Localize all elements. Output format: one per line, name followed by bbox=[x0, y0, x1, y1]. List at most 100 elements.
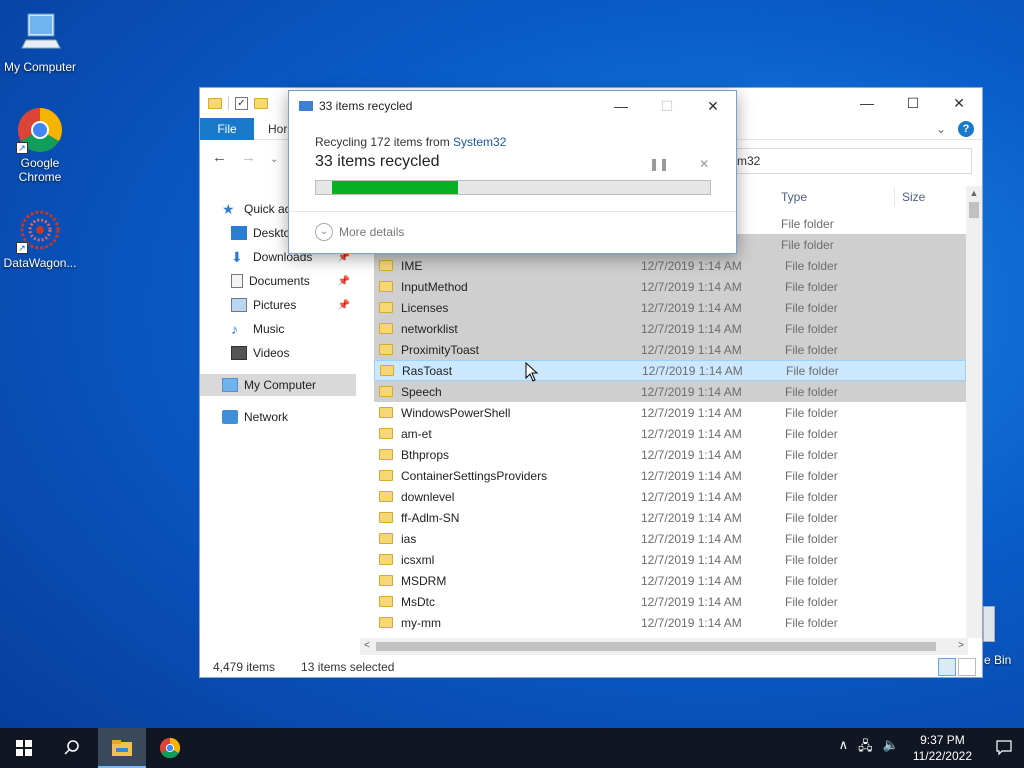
cancel-icon[interactable]: ✕ bbox=[699, 157, 709, 171]
shortcut-arrow-icon: ↗ bbox=[16, 242, 28, 254]
clock[interactable]: 9:37 PM 11/22/2022 bbox=[913, 732, 972, 764]
scroll-left-icon[interactable]: < bbox=[364, 640, 370, 651]
back-button[interactable]: ← bbox=[212, 149, 227, 171]
nav-my-computer[interactable]: My Computer bbox=[200, 374, 356, 396]
details-view-button[interactable] bbox=[938, 658, 956, 676]
table-row[interactable]: Licenses 12/7/2019 1:14 AM File folder bbox=[374, 297, 966, 318]
forward-button[interactable]: → bbox=[241, 149, 256, 171]
table-row[interactable]: WindowsPowerShell 12/7/2019 1:14 AM File f… bbox=[374, 402, 966, 423]
folder-icon bbox=[379, 323, 393, 334]
minimize-button[interactable]: — bbox=[844, 88, 890, 118]
network-icon[interactable]: 🖧 bbox=[858, 737, 873, 759]
scroll-right-icon[interactable]: > bbox=[958, 640, 964, 651]
expand-ribbon-icon[interactable]: ⌄ bbox=[936, 122, 946, 136]
chrome-icon: ↗ bbox=[16, 106, 64, 154]
search-button[interactable] bbox=[48, 728, 96, 768]
table-row[interactable]: Bthprops 12/7/2019 1:14 AM File folder bbox=[374, 444, 966, 465]
maximize-button[interactable]: ☐ bbox=[890, 88, 936, 118]
source-folder-link[interactable]: System32 bbox=[453, 135, 506, 149]
horizontal-scrollbar[interactable]: < > bbox=[360, 638, 968, 655]
star-icon: ★ bbox=[222, 201, 235, 217]
table-row[interactable]: ias 12/7/2019 1:14 AM File folder bbox=[374, 528, 966, 549]
desktop-icon-google-chrome[interactable]: ↗ Google Chrome bbox=[0, 106, 80, 184]
vertical-scrollbar[interactable]: ▲ bbox=[966, 186, 982, 638]
folder-icon bbox=[208, 97, 222, 109]
scrollbar-thumb[interactable] bbox=[376, 642, 936, 651]
recycle-bin-icon[interactable] bbox=[983, 606, 995, 642]
file-date: 12/7/2019 1:14 AM bbox=[641, 510, 742, 525]
file-name: am-et bbox=[401, 426, 432, 441]
table-row[interactable]: InputMethod 12/7/2019 1:14 AM File folder bbox=[374, 276, 966, 297]
table-row[interactable]: ProximityToast 12/7/2019 1:14 AM File fold… bbox=[374, 339, 966, 360]
desktop-icon-label: DataWagon... bbox=[3, 256, 77, 270]
nav-pictures[interactable]: Pictures 📌 bbox=[200, 294, 356, 316]
file-date: 12/7/2019 1:14 AM bbox=[641, 468, 742, 483]
quick-access-toolbar: ✓ bbox=[200, 96, 268, 110]
scroll-up-icon[interactable]: ▲ bbox=[966, 186, 982, 200]
desktop-icon-datawagon[interactable]: ↗ DataWagon... bbox=[0, 206, 80, 270]
more-details-toggle[interactable]: ⌄ More details bbox=[315, 223, 404, 241]
table-row[interactable]: Speech 12/7/2019 1:14 AM File folder bbox=[374, 381, 966, 402]
file-type: File folder bbox=[785, 342, 838, 357]
table-row[interactable]: IME 12/7/2019 1:14 AM File folder bbox=[374, 255, 966, 276]
column-header-size[interactable]: Size bbox=[902, 186, 925, 208]
notification-center-button[interactable] bbox=[984, 728, 1024, 768]
address-input[interactable]: m32 bbox=[730, 148, 972, 174]
close-button[interactable]: ✕ bbox=[936, 88, 982, 118]
progress-fill bbox=[332, 181, 458, 194]
chrome-icon bbox=[159, 737, 181, 759]
file-type: File folder bbox=[785, 405, 838, 420]
file-name: ias bbox=[401, 531, 417, 546]
file-name: downlevel bbox=[401, 489, 455, 504]
properties-icon[interactable]: ✓ bbox=[235, 96, 248, 110]
chevron-down-icon: ⌄ bbox=[315, 223, 333, 241]
table-row[interactable]: MSDRM 12/7/2019 1:14 AM File folder bbox=[374, 570, 966, 591]
dialog-titlebar[interactable]: 33 items recycled — ☐ ✕ bbox=[289, 91, 736, 121]
column-header-type[interactable]: Type bbox=[781, 186, 807, 208]
table-row[interactable]: am-et 12/7/2019 1:14 AM File folder bbox=[374, 423, 966, 444]
start-button[interactable] bbox=[0, 728, 48, 768]
recycling-description: Recycling 172 items from System32 bbox=[315, 135, 507, 149]
volume-icon[interactable]: 🔈 bbox=[883, 737, 899, 759]
table-row[interactable]: ff-Adlm-SN 12/7/2019 1:14 AM File folder bbox=[374, 507, 966, 528]
nav-videos[interactable]: Videos bbox=[200, 342, 356, 364]
file-type: File folder bbox=[785, 510, 838, 525]
large-icons-view-button[interactable] bbox=[958, 658, 976, 676]
nav-documents[interactable]: Documents 📌 bbox=[200, 270, 356, 292]
table-row[interactable]: icsxml 12/7/2019 1:14 AM File folder bbox=[374, 549, 966, 570]
window-controls: — ☐ ✕ bbox=[844, 88, 982, 118]
pin-icon[interactable]: 📌 bbox=[338, 300, 350, 311]
taskbar-chrome[interactable] bbox=[146, 728, 194, 768]
new-folder-icon[interactable] bbox=[254, 97, 268, 109]
desktop-icon-label: Google Chrome bbox=[18, 156, 62, 184]
nav-music[interactable]: ♪ Music bbox=[200, 318, 356, 340]
file-type: File folder bbox=[785, 279, 838, 294]
file-date: 12/7/2019 1:14 AM bbox=[641, 594, 742, 609]
table-row[interactable]: networklist 12/7/2019 1:14 AM File folder bbox=[374, 318, 966, 339]
file-type: File folder bbox=[785, 468, 838, 483]
show-hidden-icons-icon[interactable]: ∧ bbox=[839, 737, 849, 759]
pause-icon[interactable]: ❚❚ bbox=[649, 157, 669, 171]
recycle-progress-dialog: 33 items recycled — ☐ ✕ Recycling 172 it… bbox=[288, 90, 737, 254]
file-name: IME bbox=[401, 258, 423, 273]
desktop-icon-my-computer[interactable]: My Computer bbox=[0, 10, 80, 74]
scrollbar-thumb[interactable] bbox=[969, 202, 979, 218]
file-name: Licenses bbox=[401, 300, 449, 315]
table-row[interactable]: downlevel 12/7/2019 1:14 AM File folder bbox=[374, 486, 966, 507]
dialog-close-button[interactable]: ✕ bbox=[690, 91, 736, 121]
taskbar: ∧ 🖧 🔈 9:37 PM 11/22/2022 bbox=[0, 728, 1024, 768]
file-date: 12/7/2019 1:14 AM bbox=[641, 552, 742, 567]
dialog-minimize-button[interactable]: — bbox=[598, 91, 644, 121]
pin-icon[interactable]: 📌 bbox=[338, 276, 350, 287]
help-icon[interactable]: ? bbox=[958, 121, 974, 137]
recent-locations-icon[interactable]: ⌄ bbox=[270, 149, 278, 171]
table-row[interactable]: ContainerSettingsProviders 12/7/2019 1:14… bbox=[374, 465, 966, 486]
taskbar-file-explorer[interactable] bbox=[98, 728, 146, 768]
nav-network[interactable]: Network bbox=[200, 406, 356, 428]
table-row[interactable]: my-mm 12/7/2019 1:14 AM File folder bbox=[374, 612, 966, 633]
file-date: 12/7/2019 1:14 AM bbox=[641, 321, 742, 336]
table-row[interactable]: RasToast 12/7/2019 1:14 AM File folder bbox=[374, 360, 966, 381]
tab-file[interactable]: File bbox=[200, 117, 254, 140]
progress-bar bbox=[315, 180, 711, 195]
table-row[interactable]: MsDtc 12/7/2019 1:14 AM File folder bbox=[374, 591, 966, 612]
